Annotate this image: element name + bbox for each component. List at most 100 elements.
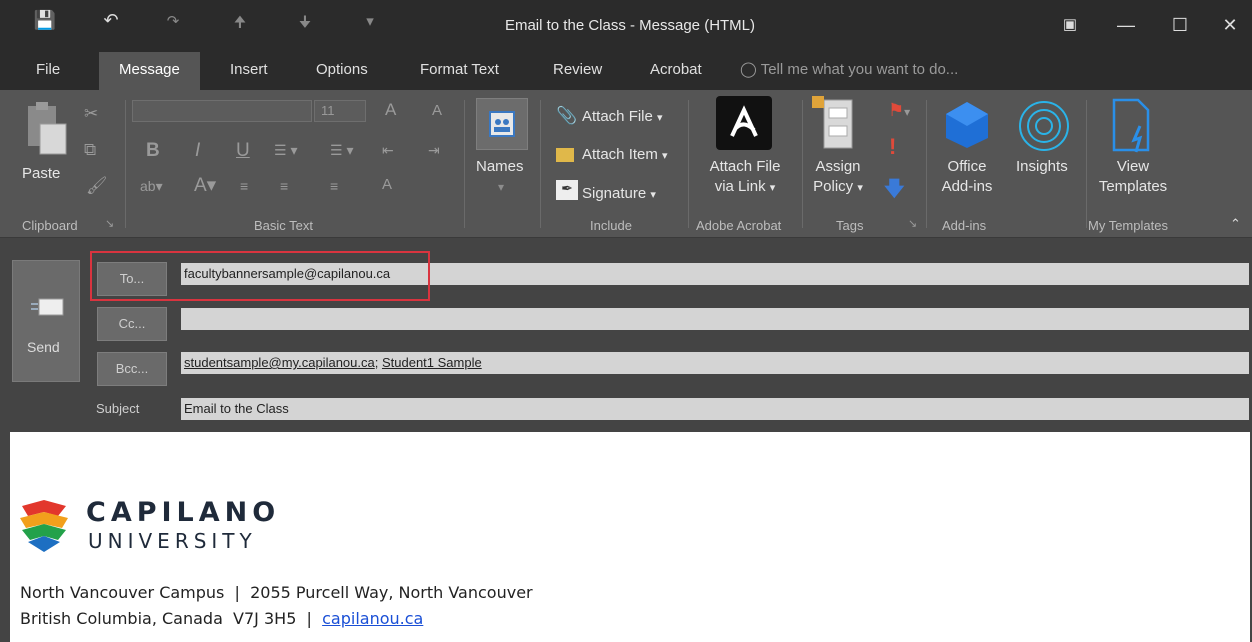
tab-file[interactable]: File: [36, 60, 60, 84]
lightbulb-icon: ◯: [740, 61, 757, 78]
bcc-field[interactable]: studentsample@my.capilanou.ca; Student1 …: [181, 352, 1249, 374]
tell-me-search[interactable]: ◯ Tell me what you want to do...: [740, 60, 958, 78]
clipboard-launcher-icon[interactable]: ↘: [105, 217, 114, 230]
view-templates-line2: Templates: [1098, 178, 1168, 195]
bcc-button[interactable]: Bcc...: [97, 352, 167, 386]
subject-field[interactable]: Email to the Class: [181, 398, 1249, 420]
copy-icon[interactable]: ⧉: [84, 140, 96, 160]
clear-formatting-icon[interactable]: A: [382, 176, 392, 193]
group-separator: [1086, 100, 1087, 228]
signature-button[interactable]: Signature ▾: [582, 185, 656, 202]
highlight-icon[interactable]: ab▾: [140, 178, 163, 195]
cc-field[interactable]: [181, 308, 1249, 330]
chevron-down-icon: ▾: [650, 189, 656, 201]
subject-label: Subject: [96, 401, 140, 416]
low-importance-icon[interactable]: 🡇: [884, 174, 905, 208]
outlook-message-window: 💾 ↶ ↷ 🠉 🠋 ▾ Email to the Class - Message…: [0, 0, 1252, 642]
paperclip-icon: 📎: [556, 106, 578, 125]
bcc-recipient[interactable]: Student1 Sample: [382, 355, 482, 370]
office-addins-line2: Add-ins: [941, 178, 993, 195]
tags-launcher-icon[interactable]: ↘: [908, 217, 917, 230]
signature-label: Signature: [582, 185, 647, 202]
group-separator: [688, 100, 689, 228]
chevron-down-icon: ▾: [662, 150, 668, 162]
tab-format-text[interactable]: Format Text: [420, 60, 499, 84]
attach-file-button[interactable]: Attach File ▾: [582, 108, 663, 125]
signature-address-line1: North Vancouver Campus | 2055 Purcell Wa…: [20, 583, 533, 602]
tab-message[interactable]: Message: [99, 52, 200, 90]
tab-review[interactable]: Review: [553, 60, 602, 84]
window-title: Email to the Class - Message (HTML): [504, 17, 756, 34]
assign-policy-line1: Assign: [815, 158, 861, 175]
office-addins-button[interactable]: Office Add-ins: [934, 158, 1000, 195]
font-size-box[interactable]: 11: [314, 100, 366, 122]
align-center-icon[interactable]: ≡: [280, 178, 288, 194]
chevron-down-icon: ▾: [657, 112, 663, 124]
signature-icon: ✒: [556, 180, 578, 200]
maximize-icon[interactable]: ☐: [1158, 8, 1202, 42]
attach-item-button[interactable]: Attach Item ▾: [582, 146, 668, 163]
group-separator: [540, 100, 541, 228]
numbering-icon[interactable]: ☰ ▾: [330, 142, 353, 159]
adobe-acrobat-group-label: Adobe Acrobat: [696, 218, 782, 233]
undo-icon[interactable]: ↶: [96, 10, 126, 31]
decrease-indent-icon[interactable]: ⇤: [382, 142, 394, 159]
assign-policy-button[interactable]: Assign Policy ▾: [800, 158, 876, 195]
office-addins-line1: Office: [947, 158, 987, 175]
attach-file-via-link-button[interactable]: Attach File via Link ▾: [705, 158, 785, 195]
clipboard-group-label: Clipboard: [22, 218, 78, 233]
acrobat-glyph-icon: [730, 105, 758, 137]
close-icon[interactable]: ✕: [1208, 8, 1252, 42]
align-right-icon[interactable]: ≡: [330, 178, 338, 194]
shrink-font-icon[interactable]: A: [432, 102, 442, 119]
high-importance-icon[interactable]: !: [889, 134, 896, 160]
paste-icon: [28, 102, 67, 155]
italic-button[interactable]: I: [195, 140, 200, 162]
bcc-recipient[interactable]: studentsample@my.capilanou.ca: [184, 355, 375, 370]
send-button[interactable]: Send: [12, 260, 80, 382]
grow-font-icon[interactable]: A: [385, 100, 396, 120]
website-link[interactable]: capilanou.ca: [322, 609, 423, 628]
view-templates-icon: [1112, 98, 1150, 153]
underline-button[interactable]: U: [236, 140, 250, 162]
attach-via-link-line2: via Link ▾: [714, 178, 776, 195]
format-painter-icon[interactable]: 🖌: [86, 176, 108, 196]
bullets-icon[interactable]: ☰ ▾: [274, 142, 297, 159]
align-left-icon[interactable]: ≡: [240, 178, 248, 194]
paste-button[interactable]: Paste: [22, 165, 60, 182]
my-templates-group-label: My Templates: [1088, 218, 1168, 233]
cc-button[interactable]: Cc...: [97, 307, 167, 341]
logo-wordmark-university: UNIVERSITY: [88, 529, 257, 553]
attach-item-label: Attach Item: [582, 146, 658, 163]
to-field-highlight: [90, 251, 430, 301]
up-arrow-icon[interactable]: 🠉: [225, 12, 255, 37]
tags-group-label: Tags: [836, 218, 864, 233]
basic-text-group-label: Basic Text: [254, 218, 314, 233]
minimize-icon[interactable]: —: [1104, 8, 1148, 42]
bold-button[interactable]: B: [146, 140, 160, 162]
customize-icon[interactable]: ▾: [355, 12, 385, 30]
tab-acrobat[interactable]: Acrobat: [650, 60, 702, 84]
font-name-box[interactable]: [132, 100, 312, 122]
down-arrow-icon[interactable]: 🠋: [290, 12, 320, 37]
attach-file-label: Attach File: [582, 108, 653, 125]
collapse-ribbon-icon[interactable]: ⌃: [1230, 216, 1241, 232]
cut-icon[interactable]: ✂: [84, 104, 98, 124]
adobe-acrobat-icon[interactable]: [716, 96, 772, 150]
addins-group-label: Add-ins: [942, 218, 987, 233]
font-color-icon[interactable]: A▾: [194, 174, 216, 197]
envelope-icon: [556, 148, 574, 162]
follow-up-flag-icon[interactable]: ⚑▾: [888, 100, 910, 121]
assign-policy-icon: [812, 96, 853, 149]
ribbon-display-options-icon[interactable]: ▣: [1048, 8, 1092, 42]
save-icon[interactable]: 💾: [30, 10, 60, 31]
view-templates-button[interactable]: View Templates: [1090, 158, 1176, 195]
names-button[interactable]: Names ▾: [474, 98, 530, 208]
insights-button[interactable]: Insights: [1016, 158, 1068, 175]
send-envelope-icon: [31, 298, 64, 316]
tab-insert[interactable]: Insert: [230, 60, 268, 84]
redo-icon[interactable]: ↷: [158, 12, 188, 30]
increase-indent-icon[interactable]: ⇥: [428, 142, 440, 159]
tell-me-text: Tell me what you want to do...: [760, 61, 959, 78]
tab-options[interactable]: Options: [316, 60, 368, 84]
